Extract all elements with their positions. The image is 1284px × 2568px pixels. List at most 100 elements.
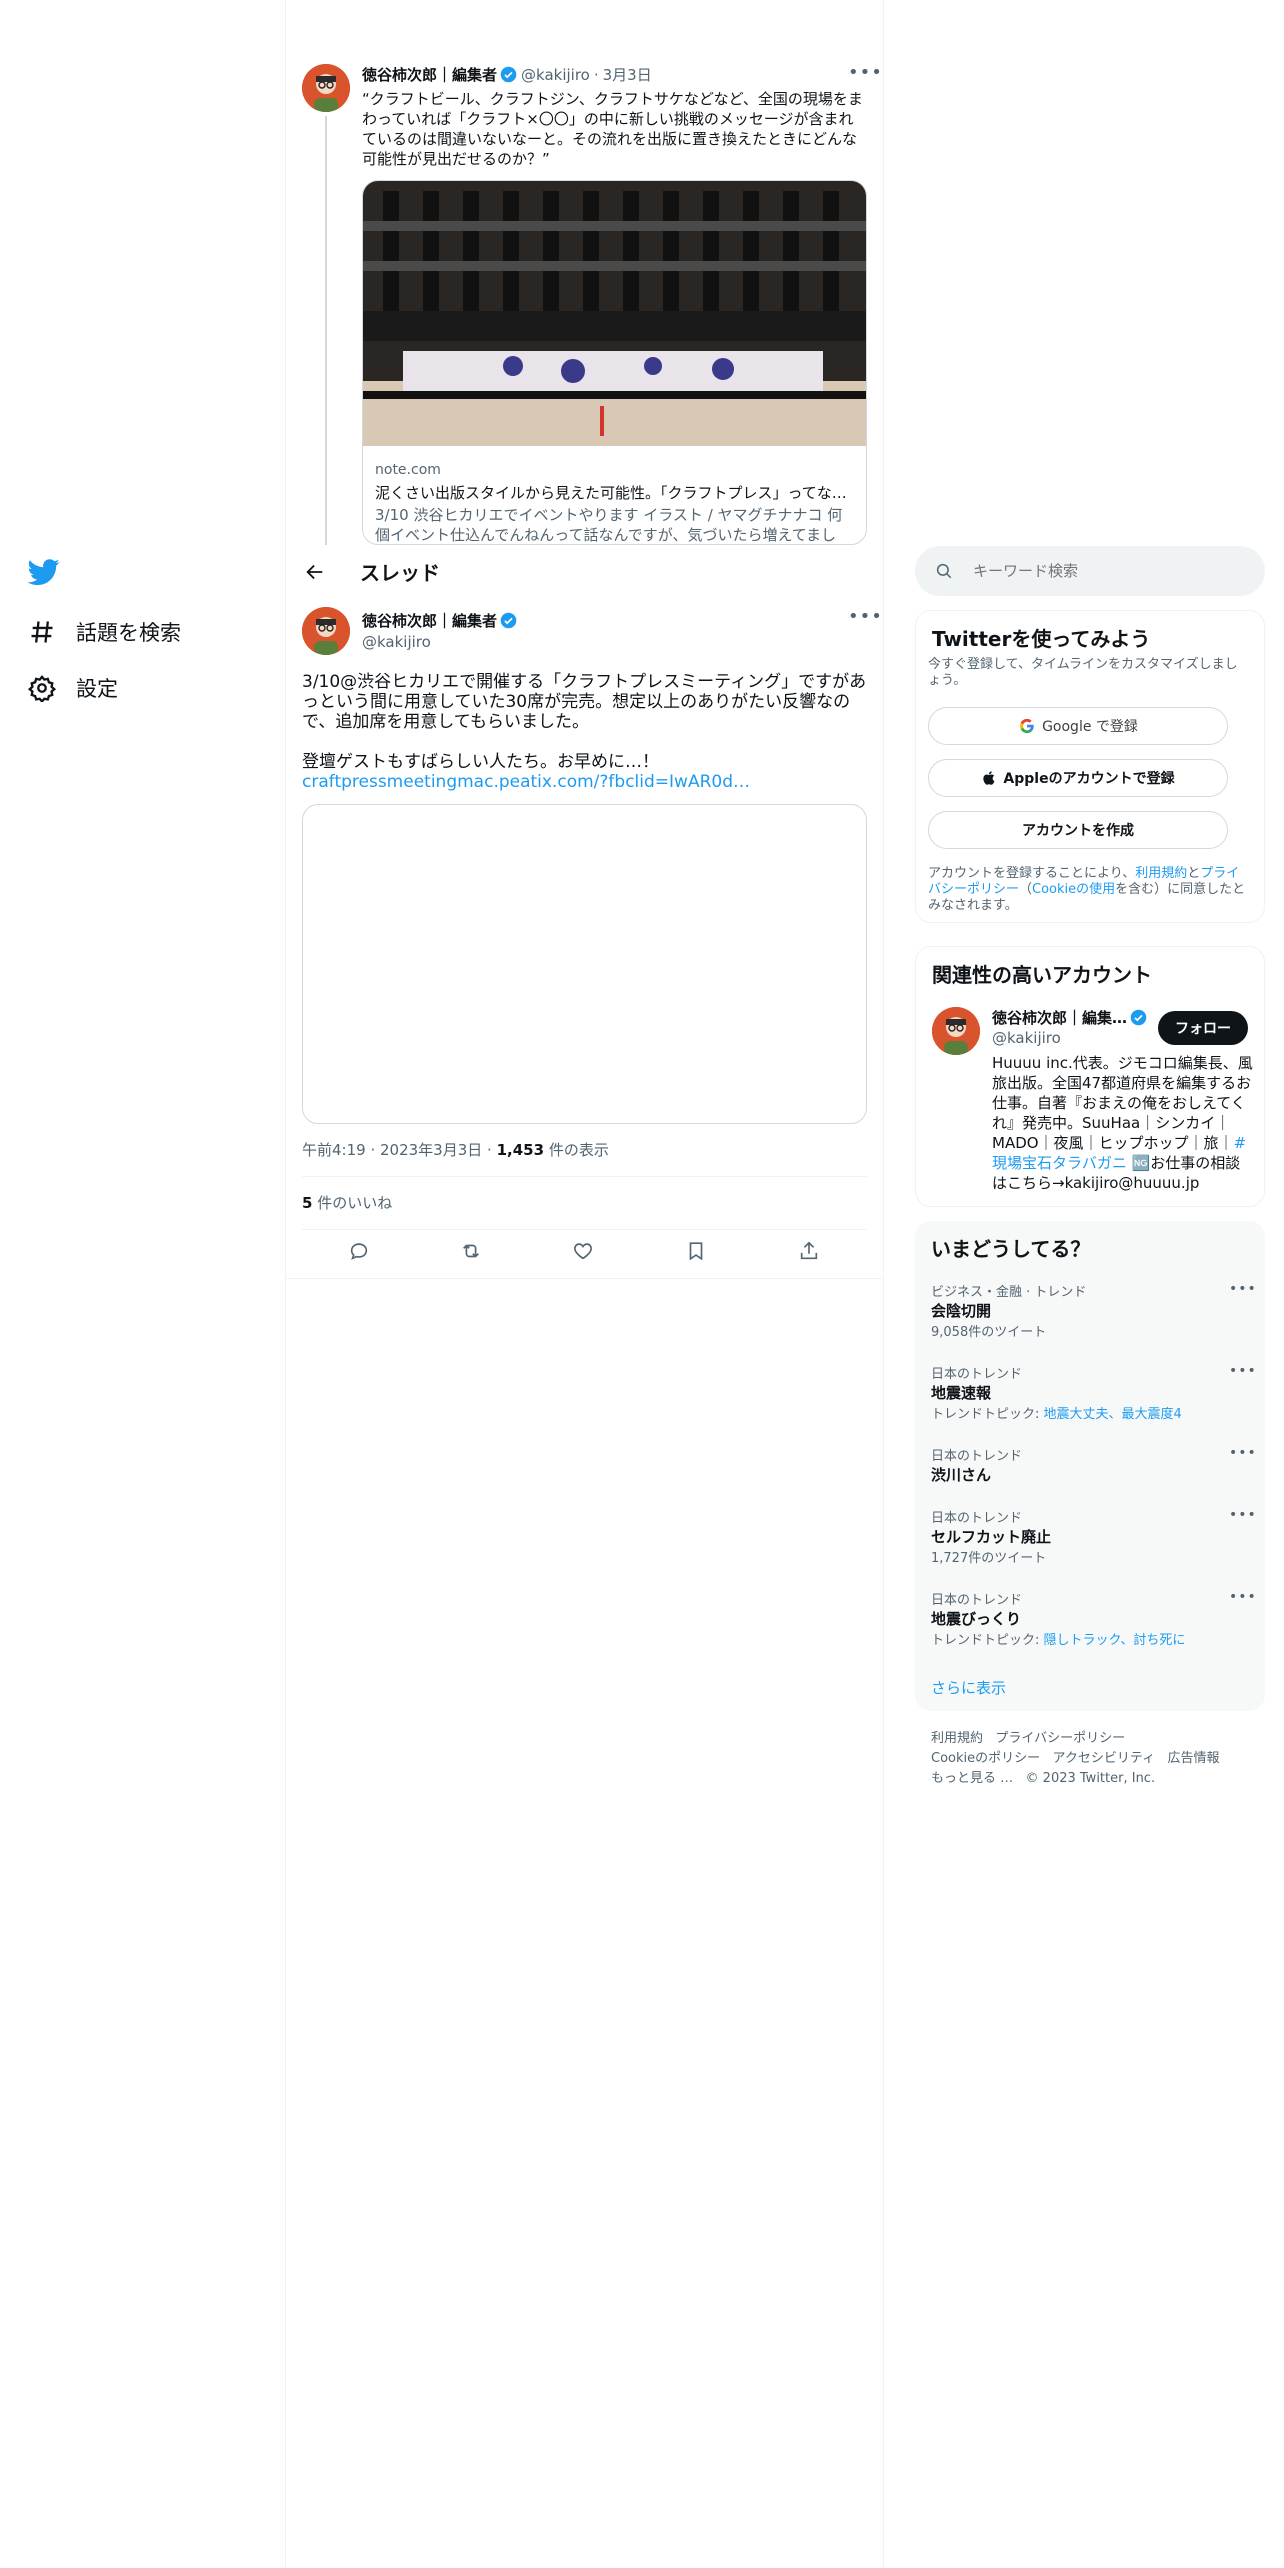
search-input[interactable] [973,562,1223,580]
terms-link[interactable]: 利用規約 [1135,866,1187,881]
legal-text: アカウントを登録することにより、 [928,866,1136,881]
divider [302,1176,867,1177]
footer-privacy-link[interactable]: プライバシーポリシー [995,1731,1125,1746]
author-handle[interactable]: @kakijiro [362,633,517,651]
trend-item[interactable]: 日本のトレンド 地震びっくり トレンドトピック: 隠しトラック、討ち死に [931,1589,1251,1648]
link-preview-card[interactable]: note.com 泥くさい出版スタイルから見えた可能性。「クラフトプレス」ってな… [362,180,867,545]
trend-meta: 日本のトレンド [931,1593,1023,1608]
quoted-author-avatar[interactable] [302,64,350,112]
likes-label: 件のいいね [317,1194,393,1212]
trend-meta: 日本のトレンド [931,1511,1023,1526]
trend-count: 9,058件のツイート [931,1325,1047,1340]
trend-name: セルフカット廃止 [931,1528,1052,1546]
apple-signup-label: Appleのアカウントで登録 [1003,771,1175,787]
trend-item[interactable]: 日本のトレンド 渋川さん [931,1445,1251,1485]
tweet-text: 3/10@渋谷ヒカリエで開催する「クラフトプレスミーティング」ですがあっという間… [302,672,867,732]
cookie-link[interactable]: Cookieの使用 [1032,882,1115,897]
tweet-actions [302,1240,867,1268]
divider [302,1229,867,1230]
relevant-avatar[interactable] [932,1007,980,1055]
reply-icon[interactable] [348,1240,370,1262]
bookmark-icon[interactable] [685,1240,707,1262]
footer-more-link[interactable]: もっと見る … [931,1771,1013,1786]
tweet-more-icon[interactable]: ••• [848,606,883,627]
back-arrow-icon[interactable] [304,561,326,583]
relevant-name[interactable]: 徳谷柿次郎｜編集… [992,1007,1127,1028]
trend-topic[interactable]: 隠しトラック、討ち死に [1044,1633,1186,1648]
trend-more-icon[interactable]: ••• [1229,1507,1257,1523]
footer-accessibility-link[interactable]: アクセシビリティ [1053,1751,1156,1766]
share-icon[interactable] [798,1240,820,1262]
likes-stat[interactable]: 5 件のいいね [302,1192,392,1213]
footer-terms-link[interactable]: 利用規約 [931,1731,983,1746]
page-title: スレッド [360,561,440,585]
gear-icon [28,675,56,702]
nav-explore[interactable]: 話題を検索 [28,612,181,652]
bio-text: Huuuu inc.代表。ジモコロ編集長、風旅出版。全国47都道府県を編集するお… [992,1054,1253,1152]
show-more-link[interactable]: さらに表示 [931,1677,1006,1698]
google-logo-icon [1020,718,1034,734]
trend-more-icon[interactable]: ••• [1229,1363,1257,1379]
footer-ads-link[interactable]: 広告情報 [1168,1751,1220,1766]
nav-settings[interactable]: 設定 [28,668,118,708]
card-image [363,181,866,446]
trend-name: 地震速報 [931,1384,992,1402]
create-account-label: アカウントを作成 [1022,823,1134,839]
likes-count: 5 [302,1194,313,1212]
trend-more-icon[interactable]: ••• [1229,1281,1257,1297]
views-label: 件の表示 [548,1141,609,1159]
trend-meta: 日本のトレンド [931,1449,1023,1464]
tweet-date[interactable]: 2023年3月3日 [380,1141,482,1159]
quoted-more-icon[interactable]: ••• [848,62,883,83]
hashtag-icon [31,621,53,643]
trend-item[interactable]: 日本のトレンド 地震速報 トレンドトピック: 地震大丈夫、最大震度4 [931,1363,1251,1422]
google-signup-button[interactable]: Google で登録 [928,707,1228,745]
tweet-link[interactable]: craftpressmeetingmac.peatix.com/?fbclid=… [302,772,867,792]
trend-name: 地震びっくり [931,1610,1022,1628]
relevant-handle[interactable]: @kakijiro [992,1029,1061,1047]
card-domain: note.com [375,462,441,478]
thread-connector-line [325,116,327,546]
relevant-accounts-panel: 関連性の高いアカウント 徳谷柿次郎｜編集… @kakijiro フォロー Huu… [915,946,1265,1207]
quoted-author-handle[interactable]: @kakijiro [521,66,590,84]
trend-topic-prefix: トレンドトピック: [931,1633,1044,1648]
trend-topic[interactable]: 地震大丈夫、最大震度4 [1044,1407,1182,1422]
views-count: 1,453 [496,1141,545,1159]
quoted-date[interactable]: 3月3日 [603,64,652,85]
retweet-icon[interactable] [460,1240,482,1262]
like-heart-icon[interactable] [572,1240,594,1262]
apple-signup-button[interactable]: Appleのアカウントで登録 [928,759,1228,797]
verified-badge-icon [500,66,517,83]
verified-badge-icon [500,612,517,629]
follow-button[interactable]: フォロー [1158,1011,1248,1045]
embedded-card[interactable] [302,804,867,1124]
relevant-bio: Huuuu inc.代表。ジモコロ編集長、風旅出版。全国47都道府県を編集するお… [992,1053,1254,1193]
create-account-button[interactable]: アカウントを作成 [928,811,1228,849]
signup-legal: アカウントを登録することにより、利用規約とプライバシーポリシー（Cookieの使… [928,866,1248,914]
author-avatar[interactable] [302,607,350,655]
apple-logo-icon [983,771,995,785]
card-title: 泥くさい出版スタイルから見えた可能性。「クラフトプレス」ってな… [375,484,847,502]
card-description: 3/10 渋谷ヒカリエでイベントやります イラスト / ヤマグチナナコ 何個イベ… [375,506,843,544]
tweet-meta: 午前4:19 · 2023年3月3日 · 1,453 件の表示 [302,1141,609,1159]
nav-settings-label: 設定 [76,677,118,701]
relevant-title: 関連性の高いアカウント [932,963,1152,987]
trend-name: 渋川さん [931,1466,992,1484]
quoted-tweet-text: “クラフトビール、クラフトジン、クラフトサケなどなど、全国の現場をまわっていれば… [362,90,863,168]
trends-panel: いまどうしてる？ ビジネス・金融 · トレンド 会陰切開 9,058件のツイート… [915,1221,1265,1711]
quoted-author-name[interactable]: 徳谷柿次郎｜編集者 [362,64,497,85]
nav-explore-label: 話題を検索 [76,621,181,645]
trend-more-icon[interactable]: ••• [1229,1589,1257,1605]
dot-separator: · [593,65,599,84]
author-name[interactable]: 徳谷柿次郎｜編集者 [362,610,497,631]
verified-badge-icon [1130,1009,1147,1026]
tweet-time[interactable]: 午前4:19 [302,1141,366,1159]
footer: 利用規約 プライバシーポリシー Cookieのポリシー アクセシビリティ 広告情… [931,1729,1261,1789]
trend-topic-prefix: トレンドトピック: [931,1407,1044,1422]
footer-cookie-link[interactable]: Cookieのポリシー [931,1751,1040,1766]
search-bar[interactable] [915,546,1265,596]
twitter-logo-icon[interactable] [28,556,60,588]
trend-item[interactable]: ビジネス・金融 · トレンド 会陰切開 9,058件のツイート [931,1281,1251,1340]
trend-more-icon[interactable]: ••• [1229,1445,1257,1461]
trend-item[interactable]: 日本のトレンド セルフカット廃止 1,727件のツイート [931,1507,1251,1566]
